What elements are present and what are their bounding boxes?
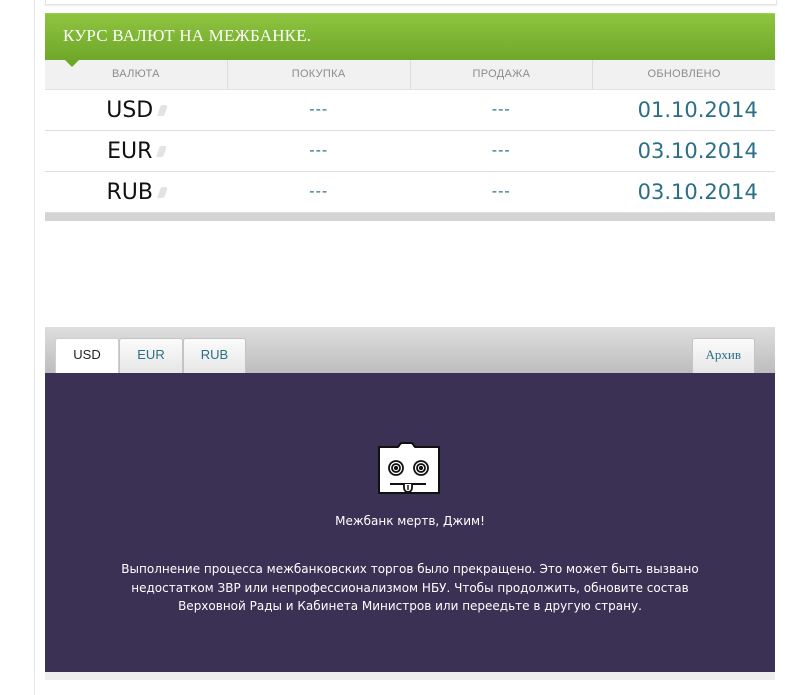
- pin-icon: [157, 104, 169, 116]
- archive-button[interactable]: Архив: [691, 338, 755, 373]
- buy-value: ---: [309, 183, 329, 200]
- rate-row-rub: RUB --- --- 03.10.2014: [45, 172, 775, 213]
- dead-title: Межбанк мертв, Джим!: [335, 514, 485, 528]
- dead-message: Выполнение процесса межбанковских торгов…: [121, 562, 699, 613]
- header-pointer-icon: [64, 59, 80, 67]
- updated-date: 03.10.2014: [637, 139, 758, 163]
- sell-value: ---: [491, 101, 511, 118]
- previous-card-edge: [45, 0, 777, 5]
- tab-usd[interactable]: USD: [55, 338, 119, 373]
- rates-header: КУРС ВАЛЮТ НА МЕЖБАНКЕ.: [45, 13, 775, 67]
- updated-date: 03.10.2014: [637, 180, 758, 204]
- rate-row-usd: USD --- --- 01.10.2014: [45, 90, 775, 131]
- pin-icon: [157, 186, 168, 198]
- rates-bottom-bar: [45, 213, 775, 221]
- currency-code: EUR: [107, 138, 153, 164]
- currency-code: RUB: [106, 179, 153, 205]
- updated-date: 01.10.2014: [637, 98, 758, 122]
- buy-value: ---: [309, 142, 329, 159]
- buy-value: ---: [309, 101, 329, 118]
- chart-panel: USD EUR RUB Архив Межбанк мертв, Джим! В…: [45, 327, 775, 680]
- currency-cell: RUB: [45, 172, 228, 212]
- rates-column-headers: ВАЛЮТА ПОКУПКА ПРОДАЖА ОБНОВЛЕНО: [45, 60, 775, 90]
- column-header-updated: ОБНОВЛЕНО: [592, 60, 775, 89]
- dead-message-area: Межбанк мертв, Джим! Выполнение процесса…: [45, 373, 775, 672]
- pin-icon: [156, 145, 168, 157]
- column-header-buy: ПОКУПКА: [226, 60, 410, 89]
- rates-title: КУРС ВАЛЮТ НА МЕЖБАНКЕ.: [63, 26, 312, 45]
- currency-cell: EUR: [45, 131, 228, 171]
- sell-value: ---: [491, 142, 511, 159]
- interbank-rates-panel: КУРС ВАЛЮТ НА МЕЖБАНКЕ. ВАЛЮТА ПОКУПКА П…: [45, 13, 775, 221]
- sad-tab-icon: [378, 442, 440, 494]
- page-left-border: [34, 0, 35, 695]
- tab-rub[interactable]: RUB: [183, 338, 246, 373]
- currency-tab-bar: USD EUR RUB Архив: [45, 327, 775, 373]
- currency-cell: USD: [45, 90, 228, 130]
- tab-eur[interactable]: EUR: [119, 338, 183, 373]
- chart-panel-bottom-bar: [45, 672, 775, 680]
- rate-row-eur: EUR --- --- 03.10.2014: [45, 131, 775, 172]
- currency-code: USD: [106, 97, 154, 123]
- sell-value: ---: [491, 183, 511, 200]
- column-header-sell: ПРОДАЖА: [409, 60, 593, 89]
